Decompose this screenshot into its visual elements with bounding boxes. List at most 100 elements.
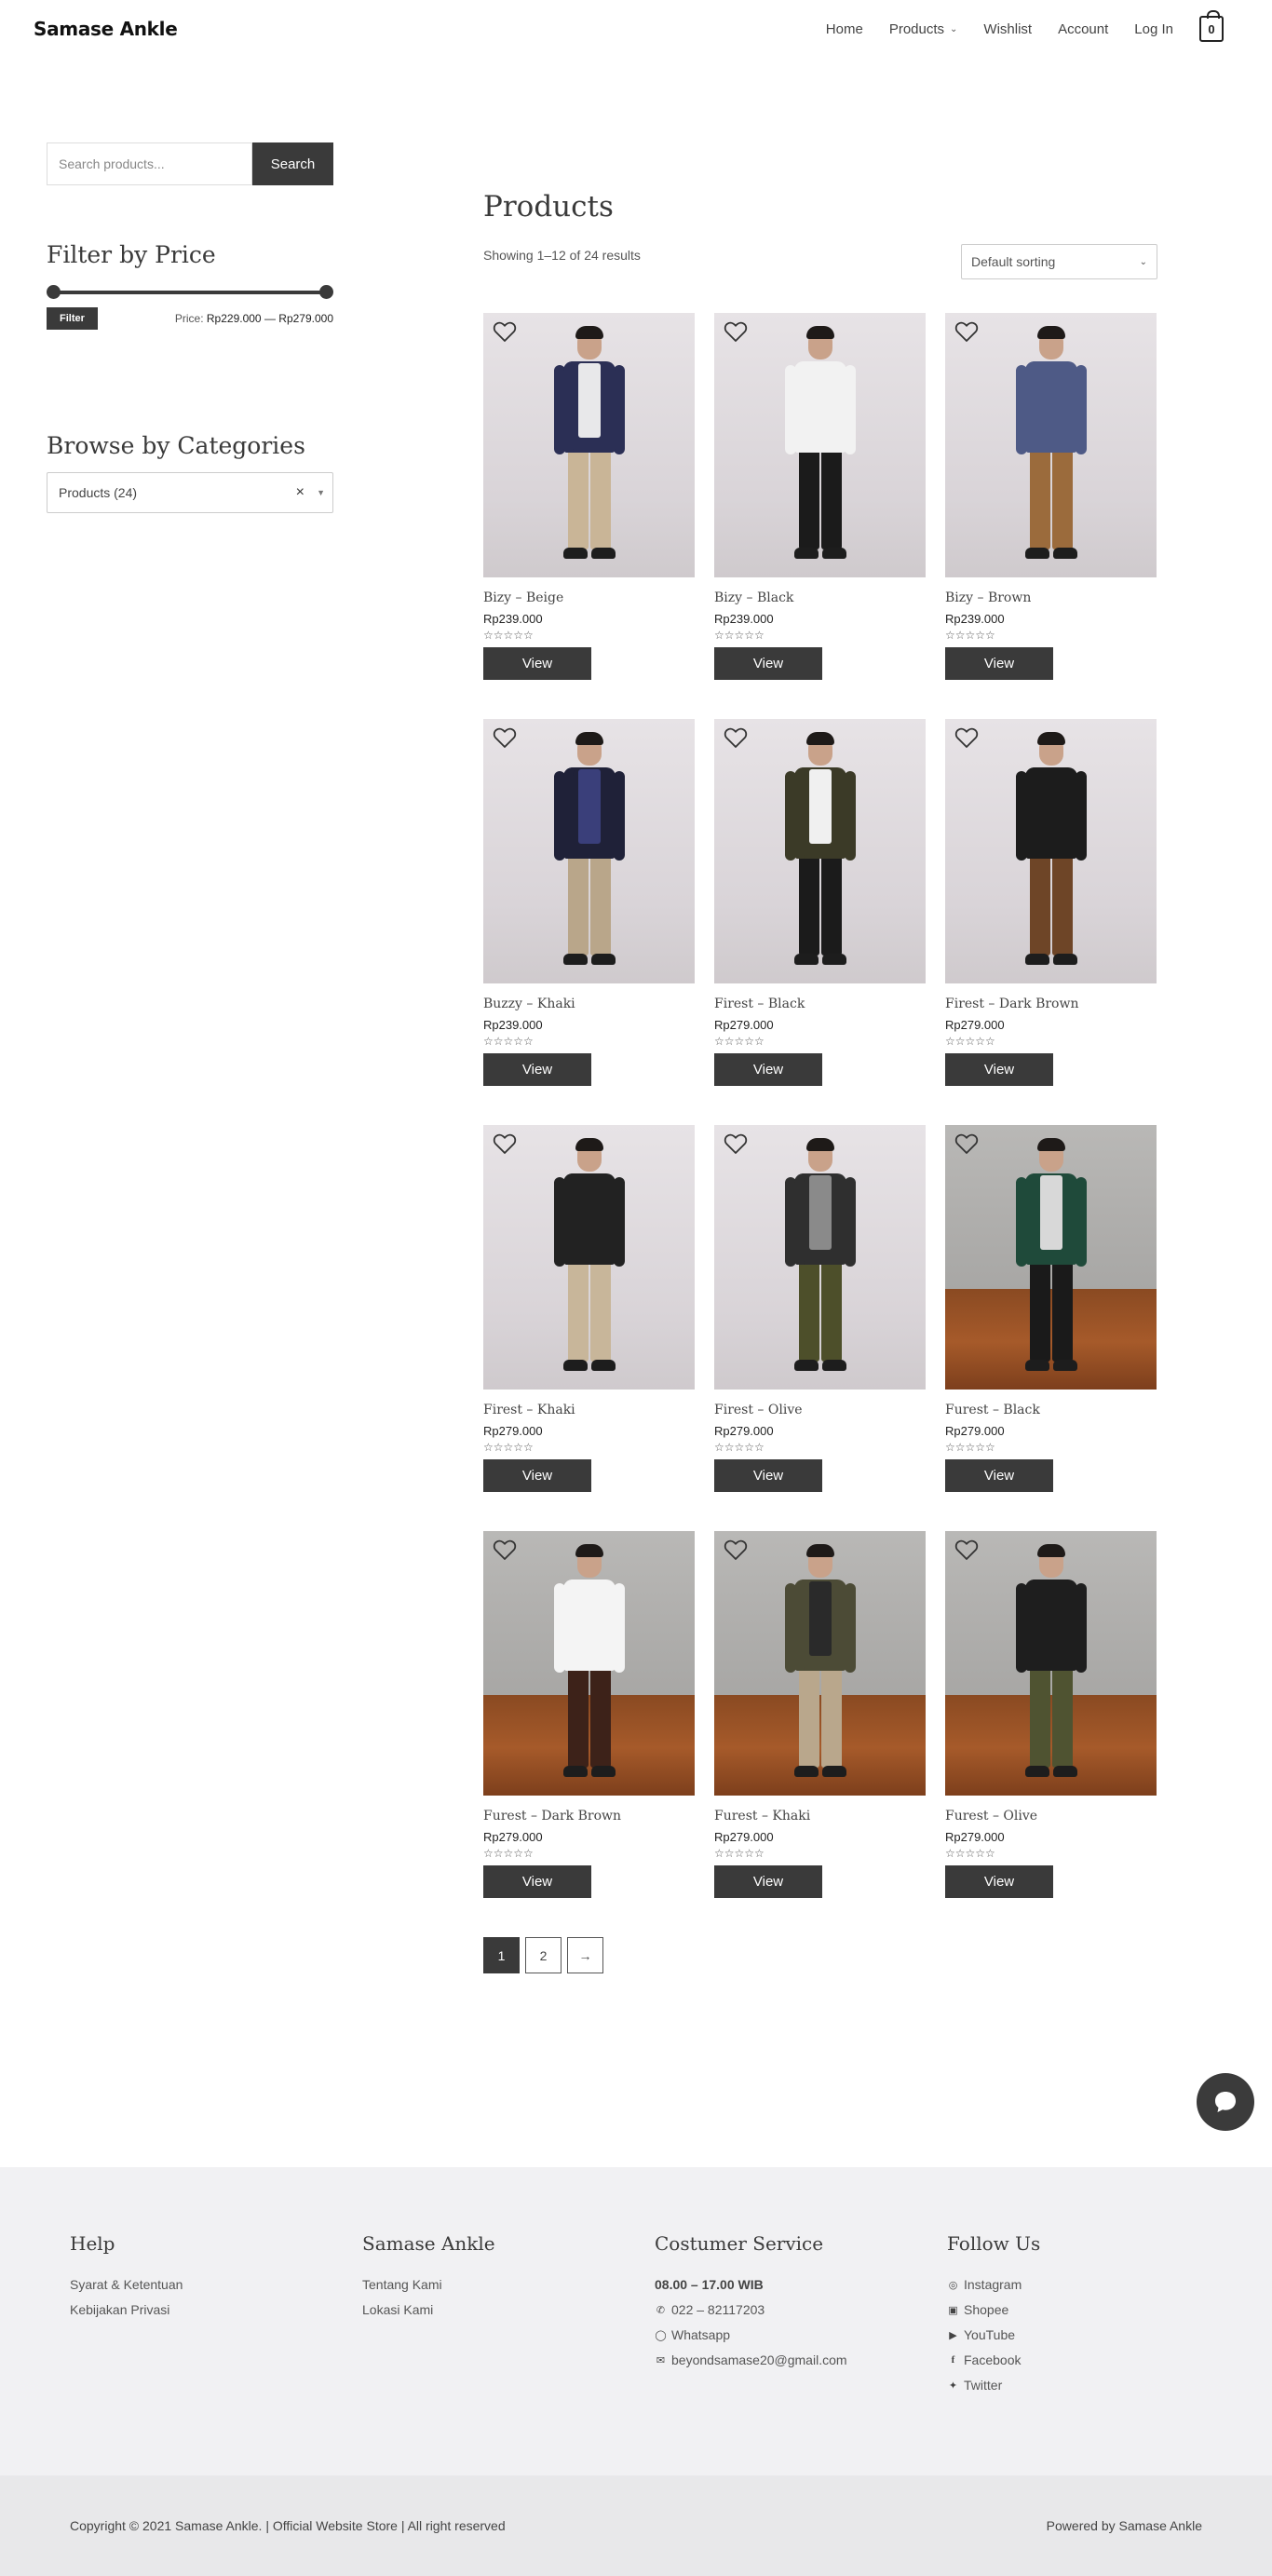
heart-icon[interactable] xyxy=(493,1132,517,1155)
footer-cs-whatsapp[interactable]: ◯ Whatsapp xyxy=(655,2327,947,2342)
view-product-button[interactable]: View xyxy=(483,647,591,680)
heart-icon[interactable] xyxy=(954,1132,979,1155)
footer-link-about[interactable]: Tentang Kami xyxy=(362,2277,655,2292)
product-image[interactable] xyxy=(483,1125,695,1390)
footer-link-privacy[interactable]: Kebijakan Privasi xyxy=(70,2302,362,2317)
view-product-button[interactable]: View xyxy=(714,1459,822,1492)
product-image[interactable] xyxy=(945,1125,1157,1390)
clear-icon[interactable]: × xyxy=(296,484,304,501)
product-name[interactable]: Bizy – Brown xyxy=(945,590,1157,605)
footer-link-location[interactable]: Lokasi Kami xyxy=(362,2302,655,2317)
nav-wishlist[interactable]: Wishlist xyxy=(983,21,1032,37)
product-name[interactable]: Furest – Khaki xyxy=(714,1809,926,1824)
view-product-button[interactable]: View xyxy=(714,647,822,680)
view-product-button[interactable]: View xyxy=(483,1865,591,1898)
heart-icon[interactable] xyxy=(954,320,979,343)
footer-cs-email[interactable]: ✉ beyondsamase20@gmail.com xyxy=(655,2352,947,2367)
rating-stars: ☆☆☆☆☆ xyxy=(714,1441,765,1454)
chat-button[interactable] xyxy=(1197,2073,1254,2131)
site-logo[interactable]: Samase Ankle xyxy=(34,18,178,40)
dropdown-arrow-icon[interactable]: ▼ xyxy=(317,488,325,497)
next-page-button[interactable]: → xyxy=(567,1937,603,1973)
product-name[interactable]: Furest – Dark Brown xyxy=(483,1809,695,1824)
sort-value: Default sorting xyxy=(971,254,1056,269)
footer-link-terms[interactable]: Syarat & Ketentuan xyxy=(70,2277,362,2292)
product-name[interactable]: Furest – Olive xyxy=(945,1809,1157,1824)
view-product-button[interactable]: View xyxy=(945,1865,1053,1898)
cart-icon[interactable]: 0 xyxy=(1199,10,1224,42)
heart-icon[interactable] xyxy=(954,1539,979,1561)
product-name[interactable]: Firest – Dark Brown xyxy=(945,997,1157,1011)
price-filter-title: Filter by Price xyxy=(47,241,216,268)
nav-products-label: Products xyxy=(888,20,945,37)
nav-home[interactable]: Home xyxy=(826,21,863,37)
product-image[interactable] xyxy=(714,1531,926,1796)
heart-icon[interactable] xyxy=(493,320,517,343)
copyright-text: Copyright © 2021 Samase Ankle. | Officia… xyxy=(70,2518,506,2533)
view-product-button[interactable]: View xyxy=(945,1459,1053,1492)
page-1-button[interactable]: 1 xyxy=(483,1937,520,1973)
heart-icon[interactable] xyxy=(724,726,748,749)
heart-icon[interactable] xyxy=(954,726,979,749)
footer-link-facebook[interactable]: f Facebook xyxy=(947,2352,1208,2367)
price-slider-max-handle[interactable] xyxy=(319,285,333,299)
search-button[interactable]: Search xyxy=(252,142,333,185)
product-name[interactable]: Bizy – Black xyxy=(714,590,926,605)
view-product-button[interactable]: View xyxy=(714,1865,822,1898)
heart-icon[interactable] xyxy=(724,1539,748,1561)
product-image[interactable] xyxy=(483,313,695,577)
product-image[interactable] xyxy=(483,1531,695,1796)
product-name[interactable]: Bizy – Beige xyxy=(483,590,695,605)
powered-by-text: Powered by Samase Ankle xyxy=(1046,2518,1202,2533)
heart-icon[interactable] xyxy=(493,1539,517,1561)
product-name[interactable]: Firest – Black xyxy=(714,997,926,1011)
nav-products[interactable]: Products ⌄ xyxy=(889,21,958,37)
chat-bubble-icon xyxy=(1215,2092,1236,2112)
product-grid: Bizy – Beige Rp239.000 ☆☆☆☆☆ View Bizy – Bla… xyxy=(483,313,1157,1917)
product-card: Buzzy – Khaki Rp239.000 ☆☆☆☆☆ View xyxy=(483,719,695,1086)
footer-link-twitter[interactable]: ✦ Twitter xyxy=(947,2378,1208,2393)
product-image[interactable] xyxy=(714,1125,926,1390)
sort-select[interactable]: Default sorting ⌄ xyxy=(961,244,1157,279)
footer-link-youtube[interactable]: ▶ YouTube xyxy=(947,2327,1208,2342)
product-name[interactable]: Buzzy – Khaki xyxy=(483,997,695,1011)
product-image[interactable] xyxy=(483,719,695,983)
rating-stars: ☆☆☆☆☆ xyxy=(945,1035,995,1048)
footer-link-instagram[interactable]: ◎ Instagram xyxy=(947,2277,1208,2292)
search-input[interactable] xyxy=(47,142,252,185)
footer-cs-phone[interactable]: ✆ 022 – 82117203 xyxy=(655,2302,947,2317)
whatsapp-icon: ◯ xyxy=(655,2329,667,2341)
product-image[interactable] xyxy=(945,719,1157,983)
footer-help-title: Help xyxy=(70,2232,115,2255)
model-figure xyxy=(774,1544,867,1792)
nav-login[interactable]: Log In xyxy=(1134,21,1173,37)
category-select[interactable]: Products (24) × ▼ xyxy=(47,472,333,513)
heart-icon[interactable] xyxy=(493,726,517,749)
product-image[interactable] xyxy=(714,719,926,983)
heart-icon[interactable] xyxy=(724,320,748,343)
footer-link-shopee[interactable]: ▣ Shopee xyxy=(947,2302,1208,2317)
heart-icon[interactable] xyxy=(724,1132,748,1155)
product-name[interactable]: Firest – Khaki xyxy=(483,1403,695,1417)
nav-account[interactable]: Account xyxy=(1058,21,1108,37)
view-product-button[interactable]: View xyxy=(945,1053,1053,1086)
product-name[interactable]: Firest – Olive xyxy=(714,1403,926,1417)
product-image[interactable] xyxy=(945,313,1157,577)
model-figure xyxy=(543,326,636,574)
product-card: Bizy – Black Rp239.000 ☆☆☆☆☆ View xyxy=(714,313,926,680)
view-product-button[interactable]: View xyxy=(714,1053,822,1086)
model-figure xyxy=(1005,1544,1098,1792)
view-product-button[interactable]: View xyxy=(483,1053,591,1086)
price-slider-min-handle[interactable] xyxy=(47,285,61,299)
product-name[interactable]: Furest – Black xyxy=(945,1403,1157,1417)
filter-button[interactable]: Filter xyxy=(47,307,98,330)
page-2-button[interactable]: 2 xyxy=(525,1937,562,1973)
rating-stars: ☆☆☆☆☆ xyxy=(483,1847,534,1860)
view-product-button[interactable]: View xyxy=(483,1459,591,1492)
rating-stars: ☆☆☆☆☆ xyxy=(945,1441,995,1454)
footer-link-youtube-text: YouTube xyxy=(964,2327,1016,2342)
view-product-button[interactable]: View xyxy=(945,647,1053,680)
product-image[interactable] xyxy=(714,313,926,577)
rating-stars: ☆☆☆☆☆ xyxy=(483,1441,534,1454)
product-image[interactable] xyxy=(945,1531,1157,1796)
